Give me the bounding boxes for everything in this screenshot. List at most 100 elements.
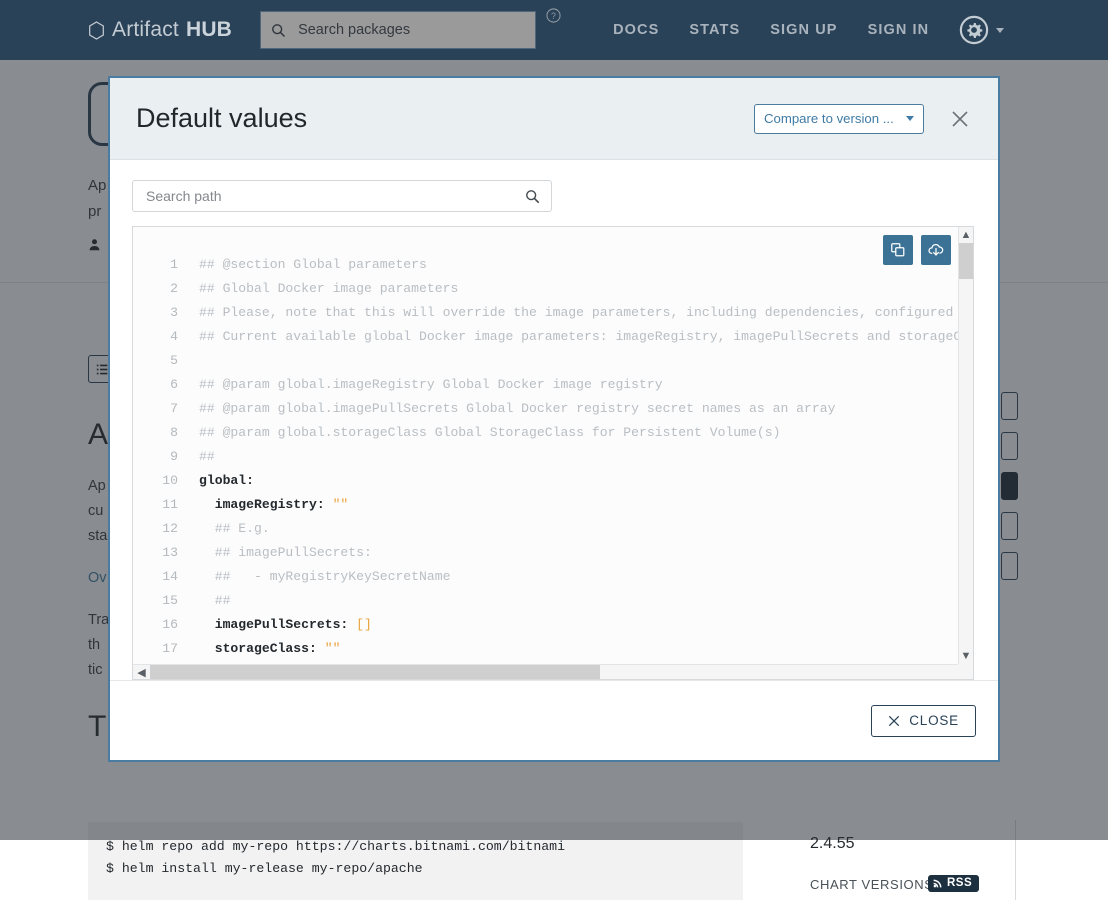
code-line: 4## Current available global Docker imag… xyxy=(133,325,958,349)
code-line: 11 imageRegistry: "" xyxy=(133,493,958,517)
close-icon xyxy=(950,109,970,129)
code-line-text: imagePullSecrets: [] xyxy=(199,613,372,637)
code-line-text: ## imagePullSecrets: xyxy=(199,541,372,565)
code-line: 9## xyxy=(133,445,958,469)
default-values-modal: Default values Compare to version ... xyxy=(108,76,1000,762)
code-line: 17 storageClass: "" xyxy=(133,637,958,661)
values-code-panel: 1## @section Global parameters2## Global… xyxy=(132,226,974,680)
copy-to-clipboard-button[interactable] xyxy=(883,235,913,265)
code-line: 12 ## E.g. xyxy=(133,517,958,541)
code-line: 8## @param global.storageClass Global St… xyxy=(133,421,958,445)
nav-links: DOCS STATS SIGN UP SIGN IN xyxy=(613,22,929,38)
hexagon-icon xyxy=(88,21,105,40)
horizontal-scroll-track[interactable] xyxy=(150,665,956,679)
modal-body: 1## @section Global parameters2## Global… xyxy=(110,160,998,680)
code-action-buttons xyxy=(883,235,951,265)
scroll-up-arrow[interactable]: ▲ xyxy=(961,227,972,243)
scroll-down-arrow[interactable]: ▼ xyxy=(961,648,972,664)
path-search-input[interactable] xyxy=(144,187,525,205)
search-box[interactable] xyxy=(260,11,536,49)
code-line-number: 7 xyxy=(133,397,199,421)
code-line: 14 ## - myRegistryKeySecretName xyxy=(133,565,958,589)
nav-link-sign-up[interactable]: SIGN UP xyxy=(770,22,837,38)
rss-badge[interactable]: RSS xyxy=(928,875,979,892)
vertical-scroll-track[interactable] xyxy=(959,243,973,648)
vertical-scrollbar[interactable]: ▲ ▼ xyxy=(958,227,973,664)
code-line-text: ## Please, note that this will override … xyxy=(199,301,958,325)
rss-icon xyxy=(933,878,943,888)
brand-logo[interactable]: Artifact HUB xyxy=(88,18,232,42)
chart-versions-label: CHART VERSIONS xyxy=(810,877,934,892)
code-line-text: ## xyxy=(199,589,230,613)
code-line-text: storageClass: "" xyxy=(199,637,340,661)
code-line: 16 imagePullSecrets: [] xyxy=(133,613,958,637)
install-command-2: $ helm install my-release my-repo/apache xyxy=(106,858,725,880)
gear-icon xyxy=(959,15,989,45)
cloud-download-icon xyxy=(927,241,945,259)
code-line-number: 16 xyxy=(133,613,199,637)
nav-link-sign-in[interactable]: SIGN IN xyxy=(868,22,930,38)
close-button[interactable]: CLOSE xyxy=(871,705,976,737)
code-line: 15 ## xyxy=(133,589,958,613)
horizontal-scrollbar[interactable]: ◀ ▶ xyxy=(133,664,973,679)
code-line: 6## @param global.imageRegistry Global D… xyxy=(133,373,958,397)
code-line-number: 9 xyxy=(133,445,199,469)
code-line-number: 15 xyxy=(133,589,199,613)
modal-footer: CLOSE xyxy=(110,680,998,760)
code-lines: 1## @section Global parameters2## Global… xyxy=(133,253,958,661)
nav-link-docs[interactable]: DOCS xyxy=(613,22,659,38)
code-line-text: ## @param global.imagePullSecrets Global… xyxy=(199,397,835,421)
scrollbar-corner xyxy=(958,664,973,679)
code-line-text: imageRegistry: "" xyxy=(199,493,348,517)
code-line-text: ## xyxy=(199,445,215,469)
close-icon xyxy=(888,715,900,727)
code-line-number: 12 xyxy=(133,517,199,541)
code-line-text: ## @param global.imageRegistry Global Do… xyxy=(199,373,663,397)
code-line: 2## Global Docker image parameters xyxy=(133,277,958,301)
code-line: 13 ## imagePullSecrets: xyxy=(133,541,958,565)
brand-name-light: Artifact xyxy=(112,18,179,42)
brand-name-bold: HUB xyxy=(186,18,232,42)
code-line-number: 8 xyxy=(133,421,199,445)
code-line-text: ## @param global.storageClass Global Sto… xyxy=(199,421,780,445)
code-line-text: global: xyxy=(199,469,254,493)
modal-title: Default values xyxy=(136,103,754,134)
compare-version-select[interactable]: Compare to version ... xyxy=(754,104,924,134)
modal-header: Default values Compare to version ... xyxy=(110,78,998,160)
code-line-number: 17 xyxy=(133,637,199,661)
top-navbar: Artifact HUB ? DOCS STATS SIGN UP SIGN IN xyxy=(0,0,1108,60)
chevron-down-icon xyxy=(996,28,1004,33)
help-circle-icon[interactable]: ? xyxy=(546,8,561,23)
code-line: 10global: xyxy=(133,469,958,493)
code-line-text: ## E.g. xyxy=(199,517,270,541)
search-icon xyxy=(271,23,286,38)
search-wrapper xyxy=(260,11,536,49)
search-input[interactable] xyxy=(296,21,525,39)
code-line: 5 xyxy=(133,349,958,373)
code-line-number: 4 xyxy=(133,325,199,349)
code-line-number: 2 xyxy=(133,277,199,301)
code-line: 1## @section Global parameters xyxy=(133,253,958,277)
vertical-scroll-thumb[interactable] xyxy=(959,243,974,279)
modal-close-x-button[interactable] xyxy=(946,105,974,133)
code-line-number: 5 xyxy=(133,349,199,373)
code-line-number: 3 xyxy=(133,301,199,325)
nav-link-stats[interactable]: STATS xyxy=(689,22,740,38)
code-line-text: ## - myRegistryKeySecretName xyxy=(199,565,450,589)
scroll-left-arrow[interactable]: ◀ xyxy=(133,666,150,679)
chevron-down-icon xyxy=(906,116,914,121)
code-line-number: 6 xyxy=(133,373,199,397)
code-line-number: 14 xyxy=(133,565,199,589)
code-line: 7## @param global.imagePullSecrets Globa… xyxy=(133,397,958,421)
compare-version-label: Compare to version ... xyxy=(764,111,900,126)
code-line-number: 10 xyxy=(133,469,199,493)
code-line: 3## Please, note that this will override… xyxy=(133,301,958,325)
code-line-text: ## @section Global parameters xyxy=(199,253,427,277)
search-icon xyxy=(525,189,540,204)
settings-menu[interactable] xyxy=(959,15,1004,45)
download-values-button[interactable] xyxy=(921,235,951,265)
horizontal-scroll-thumb[interactable] xyxy=(150,665,600,680)
code-line-number: 11 xyxy=(133,493,199,517)
path-search-box[interactable] xyxy=(132,180,552,212)
svg-text:?: ? xyxy=(551,11,556,21)
